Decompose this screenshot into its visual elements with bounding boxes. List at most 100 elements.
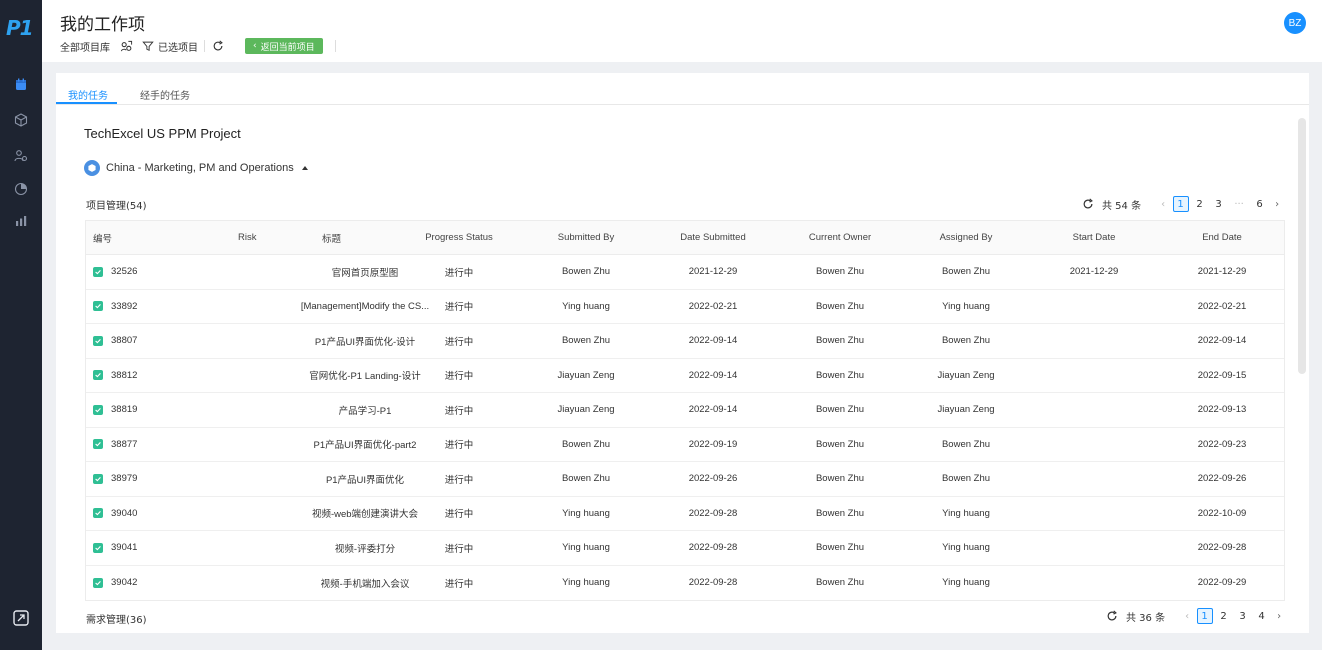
bar-chart-icon[interactable] [12, 212, 30, 230]
cell-start-date [1040, 566, 1148, 601]
page-button[interactable]: 3 [1211, 196, 1227, 212]
avatar[interactable]: BZ [1284, 12, 1306, 34]
app-logo[interactable]: P1 [6, 16, 36, 40]
task-id: 39041 [111, 542, 138, 554]
page-button[interactable]: 6 [1252, 196, 1268, 212]
cell-progress-status: 进行中 [444, 267, 474, 279]
table-row[interactable]: 39041 视频-评委打分 进行中 Ying huang 2022-09-28 Bowen… [86, 531, 1284, 566]
cell-end-date: 2022-09-14 [1197, 335, 1247, 347]
task-id: 38979 [111, 473, 138, 485]
table-row[interactable]: 39042 视频-手机端加入会议 进行中 Ying huang 2022-09-28 Bo… [86, 566, 1284, 601]
cell-assigned-by: Jiayuan Zeng [937, 404, 995, 416]
cell-submitted-by: Jiayuan Zeng [557, 404, 615, 416]
table-row[interactable]: 38807 P1产品UI界面优化-设计 进行中 Bowen Zhu 2022-09-14… [86, 324, 1284, 359]
cell-start-date [1040, 359, 1148, 393]
column-header-end-date[interactable]: End Date [1168, 221, 1276, 254]
column-header-date-submitted[interactable]: Date Submitted [658, 221, 768, 254]
back-to-current-project-button[interactable]: ‹ 返回当前项目 [245, 38, 323, 54]
cell-current-owner: Bowen Zhu [815, 266, 865, 278]
cell-end-date: 2022-09-28 [1197, 542, 1247, 554]
cell-end-date: 2022-02-21 [1197, 300, 1247, 312]
table-row[interactable]: 38979 P1产品UI界面优化 进行中 Bowen Zhu 2022-09-26 Bow… [86, 462, 1284, 497]
refresh-icon[interactable] [1082, 198, 1094, 210]
table-row[interactable]: 33892 [Management]Modify the CS... 进行中 Ying… [86, 290, 1284, 324]
toolbar: 全部项目库 已选项目 ‹ 返回当前项目 [60, 38, 342, 54]
cell-progress-status: 进行中 [444, 474, 474, 486]
cell-progress-status: 进行中 [444, 543, 474, 555]
cell-current-owner: Bowen Zhu [815, 577, 865, 589]
task-id: 38812 [111, 369, 138, 381]
cell-id[interactable]: 38807 [93, 324, 137, 358]
cell-end-date: 2022-09-15 [1197, 369, 1247, 381]
column-header-current-owner[interactable]: Current Owner [786, 221, 894, 254]
cell-id[interactable]: 38819 [93, 393, 137, 427]
table-row[interactable]: 39040 视频-web端创建演讲大会 进行中 Ying huang 2022-09-2… [86, 497, 1284, 531]
table-body: 32526 官网首页原型图 进行中 Bowen Zhu 2021-12-29 Bowen … [86, 255, 1284, 600]
page-button[interactable]: 1 [1196, 608, 1213, 624]
cell-id[interactable]: 38979 [93, 462, 137, 496]
cell-id[interactable]: 32526 [93, 255, 137, 289]
page-button[interactable]: 2 [1192, 196, 1208, 212]
page-button[interactable]: 3 [1235, 608, 1251, 624]
cell-assigned-by: Bowen Zhu [941, 438, 991, 450]
prev-page-button[interactable]: ‹ [1155, 199, 1171, 210]
page-button[interactable]: 4 [1254, 608, 1270, 624]
sidebar: P1 [0, 0, 42, 650]
cell-id[interactable]: 38812 [93, 359, 137, 393]
table-row[interactable]: 38877 P1产品UI界面优化-part2 进行中 Bowen Zhu 2022-09… [86, 428, 1284, 462]
column-header-id[interactable]: 编号 [93, 221, 112, 254]
filter-icon [141, 39, 155, 53]
table-row[interactable]: 38812 官网优化-P1 Landing-设计 进行中 Jiayuan Zeng 20… [86, 359, 1284, 393]
column-header-risk[interactable]: Risk [238, 221, 256, 254]
cell-id[interactable]: 39040 [93, 497, 137, 531]
refresh-icon[interactable] [211, 39, 225, 53]
table-row[interactable]: 32526 官网首页原型图 进行中 Bowen Zhu 2021-12-29 Bowen … [86, 255, 1284, 290]
prev-page-button[interactable]: ‹ [1179, 611, 1195, 622]
cell-date-submitted: 2022-02-21 [688, 300, 738, 312]
cell-current-owner: Bowen Zhu [815, 507, 865, 519]
cell-assigned-by: Ying huang [942, 542, 990, 554]
cell-id[interactable]: 33892 [93, 290, 137, 324]
column-header-submitted-by[interactable]: Submitted By [532, 221, 640, 254]
column-header-start-date[interactable]: Start Date [1040, 221, 1148, 254]
cell-progress-status: 进行中 [444, 336, 474, 348]
column-header-progress-status[interactable]: Progress Status [406, 221, 512, 254]
header: 我的工作项 全部项目库 已选项目 ‹ 返回当前项目 BZ [42, 0, 1322, 62]
tasks-table: 编号 Risk 标题 Progress Status Submitted By … [85, 220, 1285, 601]
refresh-icon[interactable] [1106, 610, 1118, 622]
table-row[interactable]: 38819 产品学习-P1 进行中 Jiayuan Zeng 2022-09-14 Bow… [86, 393, 1284, 428]
cell-date-submitted: 2022-09-26 [688, 473, 738, 485]
page-ellipsis[interactable]: ··· [1228, 199, 1250, 210]
cell-date-submitted: 2022-09-28 [688, 577, 738, 589]
cell-id[interactable]: 38877 [93, 428, 137, 462]
pie-chart-icon[interactable] [12, 180, 30, 198]
cube-icon[interactable] [12, 111, 30, 129]
cell-id[interactable]: 39042 [93, 566, 137, 601]
active-tab-indicator [56, 102, 117, 104]
cell-submitted-by: Ying huang [562, 300, 610, 312]
cell-start-date [1040, 531, 1148, 565]
column-header-title[interactable]: 标题 [322, 221, 341, 254]
cell-end-date: 2022-10-09 [1197, 507, 1247, 519]
next-page-button[interactable]: › [1271, 611, 1287, 622]
cell-start-date [1040, 324, 1148, 358]
people-icon[interactable] [12, 147, 30, 165]
cell-start-date [1040, 393, 1148, 427]
selected-projects-label: 已选项目 [158, 42, 198, 54]
all-projects-button[interactable]: 全部项目库 [60, 39, 133, 54]
selected-projects-button[interactable]: 已选项目 [141, 39, 198, 54]
next-page-button[interactable]: › [1269, 199, 1285, 210]
cell-end-date: 2021-12-29 [1197, 266, 1247, 278]
cell-assigned-by: Ying huang [942, 300, 990, 312]
tab-my-tasks[interactable]: 我的任务 [68, 87, 108, 102]
cell-start-date [1040, 428, 1148, 462]
calendar-icon[interactable] [12, 76, 30, 94]
column-header-assigned-by[interactable]: Assigned By [912, 221, 1020, 254]
page-button[interactable]: 1 [1172, 196, 1189, 212]
page-button[interactable]: 2 [1216, 608, 1232, 624]
group-selector[interactable]: China - Marketing, PM and Operations [84, 160, 308, 176]
expand-icon[interactable] [12, 609, 30, 627]
cell-id[interactable]: 39041 [93, 531, 137, 565]
tab-handled-tasks[interactable]: 经手的任务 [140, 87, 190, 102]
vertical-scrollbar[interactable] [1298, 118, 1306, 374]
